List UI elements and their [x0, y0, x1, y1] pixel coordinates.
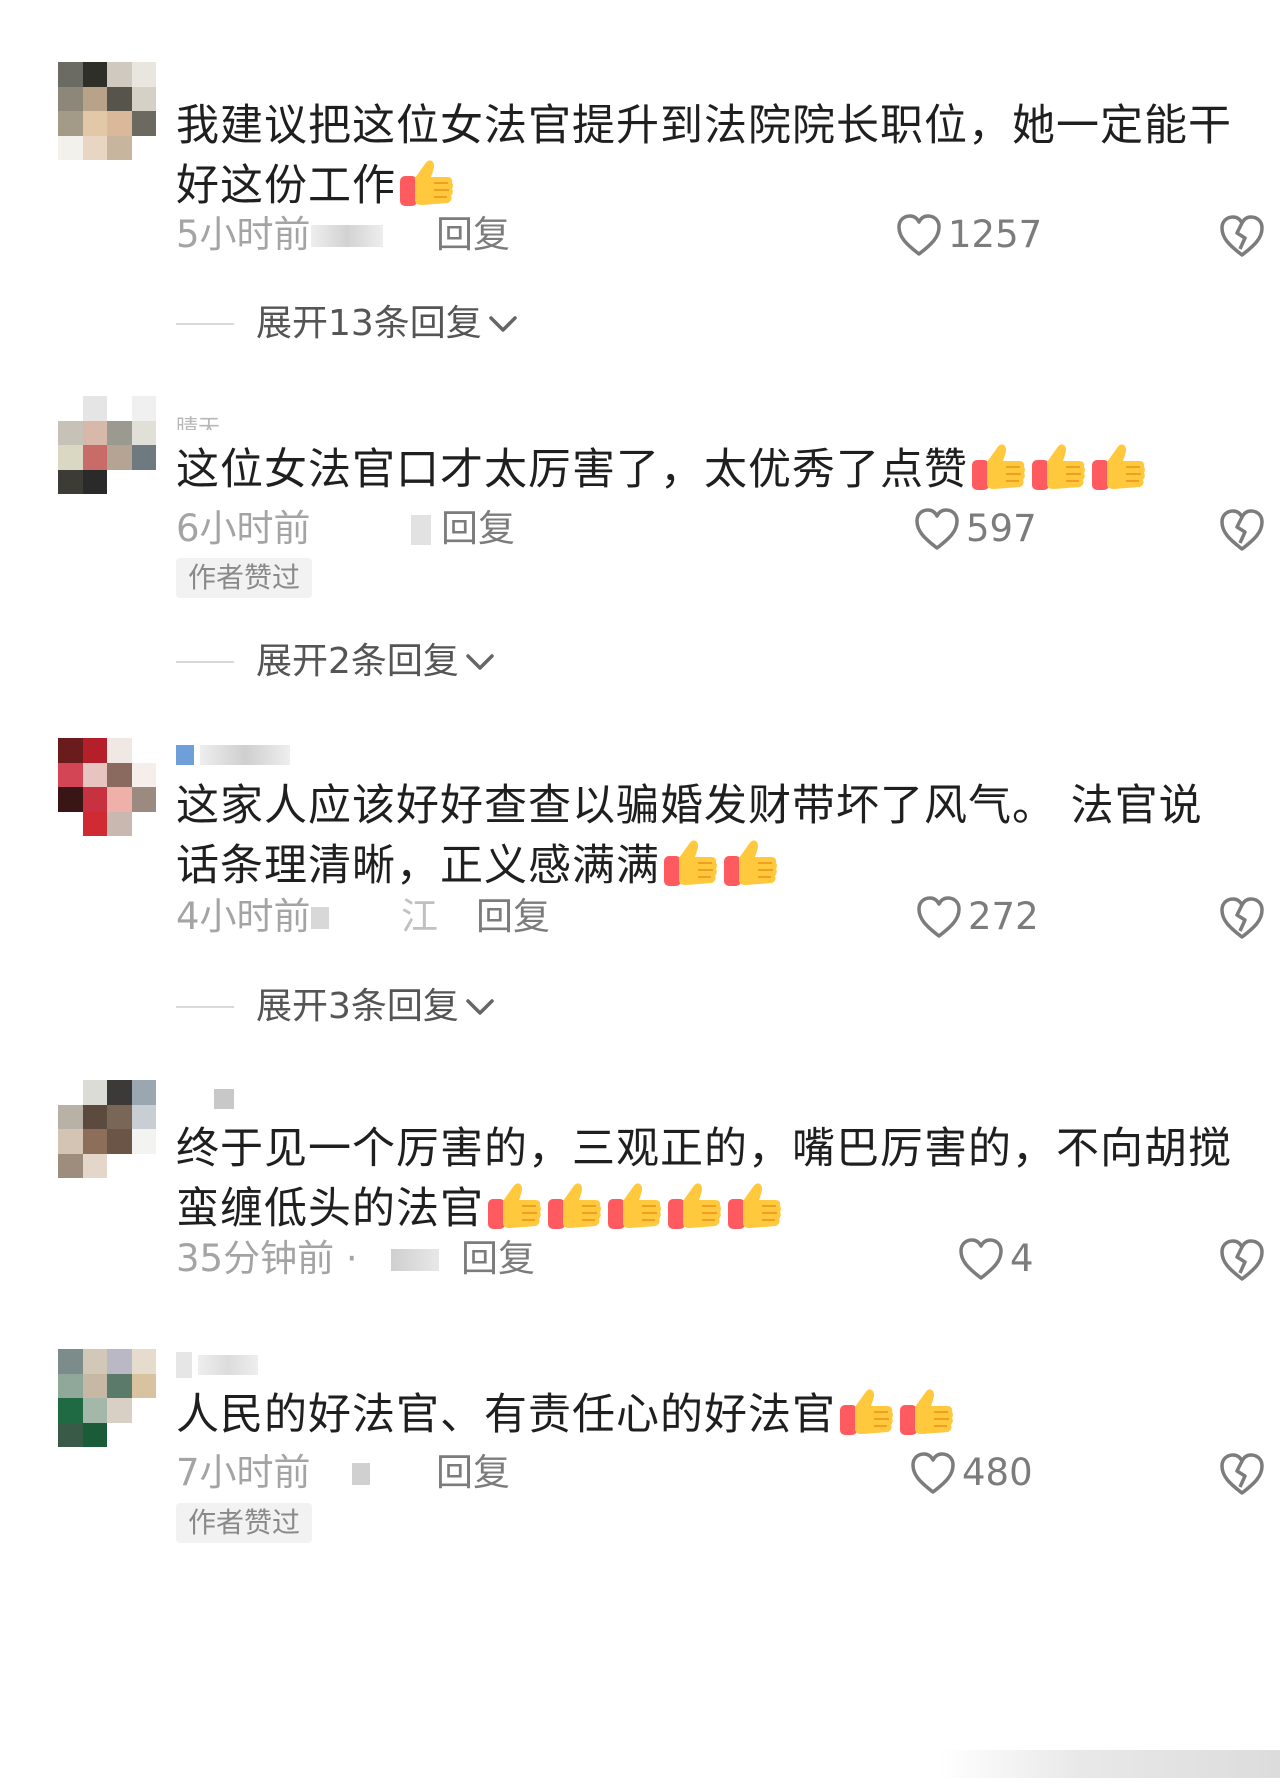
reply-button[interactable]: 回复: [476, 893, 550, 941]
thumbs-up-emoji: [838, 1385, 896, 1439]
like-button[interactable]: 480: [910, 1449, 1033, 1497]
avatar[interactable]: [58, 1080, 156, 1178]
redacted-username: [200, 745, 290, 765]
expand-replies[interactable]: 展开13条回复: [176, 300, 520, 348]
redacted-location: [391, 1249, 439, 1271]
chevron-down-icon: [463, 650, 497, 674]
thumbs-up-emoji: [606, 1179, 664, 1233]
redacted-username: [176, 745, 194, 765]
timestamp: 6小时前: [176, 507, 311, 550]
comment-meta: 5小时前 回复 1257: [176, 211, 1236, 259]
timestamp: 4小时前: [176, 895, 311, 938]
comment-meta: 4小时前 江 回复 272: [176, 893, 1236, 941]
location: 江: [401, 895, 438, 938]
redacted-location: [411, 515, 431, 545]
timestamp: 35分钟前 ·: [176, 1237, 358, 1280]
thumbs-up-emoji: [1030, 440, 1088, 494]
divider: [176, 323, 234, 325]
thumbs-up-emoji: [666, 1179, 724, 1233]
thumbs-up-emoji: [1090, 440, 1148, 494]
like-button[interactable]: 4: [958, 1235, 1034, 1283]
like-count: 480: [962, 1451, 1033, 1494]
like-button[interactable]: 1257: [896, 211, 1042, 259]
thumbs-up-emoji: [662, 836, 720, 890]
comment-meta: 7小时前 回复 480: [176, 1449, 1236, 1497]
like-button[interactable]: 272: [916, 893, 1039, 941]
broken-heart-icon[interactable]: [1218, 507, 1266, 553]
expand-replies[interactable]: 展开3条回复: [176, 983, 497, 1031]
reply-button[interactable]: 回复: [436, 211, 510, 259]
username[interactable]: [176, 1086, 234, 1112]
expand-replies[interactable]: 展开2条回复: [176, 638, 497, 686]
username[interactable]: 晴天: [176, 405, 220, 431]
thumbs-up-emoji: [398, 156, 456, 210]
author-liked-badge: 作者赞过: [176, 1503, 313, 1543]
broken-heart-icon[interactable]: [1218, 1451, 1266, 1497]
chevron-down-icon: [486, 312, 520, 336]
thumbs-up-emoji: [898, 1385, 956, 1439]
redacted-username: [198, 1355, 258, 1375]
avatar[interactable]: [58, 62, 156, 160]
like-count: 1257: [948, 213, 1043, 256]
comment-text: 终于见一个厉害的，三观正的，嘴巴厉害的，不向胡搅蛮缠低头的法官: [176, 1124, 1232, 1234]
like-count: 272: [968, 895, 1039, 938]
expand-replies-label: 展开3条回复: [256, 986, 459, 1027]
redacted-username: [214, 1089, 234, 1109]
thumbs-up-emoji: [970, 440, 1028, 494]
reply-button[interactable]: 回复: [461, 1235, 535, 1283]
avatar[interactable]: [58, 738, 156, 836]
broken-heart-icon[interactable]: [1218, 895, 1266, 941]
divider: [176, 1006, 234, 1008]
redacted-location: [311, 907, 329, 929]
heart-outline-icon: [896, 213, 942, 257]
redacted-location: [352, 1463, 370, 1485]
thumbs-up-emoji: [726, 1179, 784, 1233]
comment-text: 这位女法官口才太厉害了，太优秀了点赞: [176, 440, 1236, 500]
divider: [176, 661, 234, 663]
timestamp: 5小时前: [176, 213, 311, 256]
thumbs-up-emoji: [722, 836, 780, 890]
timestamp: 7小时前: [176, 1451, 311, 1494]
author-liked-badge: 作者赞过: [176, 558, 313, 598]
comment-text: 人民的好法官、有责任心的好法官: [176, 1385, 1236, 1445]
like-count: 4: [1010, 1237, 1034, 1280]
like-count: 597: [966, 507, 1037, 550]
reply-button[interactable]: 回复: [436, 1449, 510, 1497]
redacted-location: [311, 225, 383, 247]
thumbs-up-emoji: [486, 1179, 544, 1233]
chevron-down-icon: [463, 995, 497, 1019]
username[interactable]: [176, 742, 290, 768]
heart-outline-icon: [958, 1237, 1004, 1281]
expand-replies-label: 展开13条回复: [256, 303, 482, 344]
redacted-username: [176, 1352, 192, 1378]
expand-replies-label: 展开2条回复: [256, 641, 459, 682]
watermark-strip: [940, 1750, 1280, 1778]
username[interactable]: [176, 1352, 258, 1378]
avatar[interactable]: [58, 396, 156, 494]
thumbs-up-emoji: [546, 1179, 604, 1233]
heart-outline-icon: [910, 1451, 956, 1495]
comment-meta: 6小时前 回复 597: [176, 505, 1236, 553]
avatar[interactable]: [58, 1349, 156, 1447]
comment-text: 这家人应该好好查查以骗婚发财带坏了风气。 法官说话条理清晰，正义感满满: [176, 781, 1203, 891]
broken-heart-icon[interactable]: [1218, 1237, 1266, 1283]
like-button[interactable]: 597: [914, 505, 1037, 553]
comment-text: 我建议把这位女法官提升到法院院长职位，她一定能干好这份工作: [176, 101, 1232, 211]
username-partial: 晴天: [176, 416, 221, 430]
heart-outline-icon: [916, 895, 962, 939]
heart-outline-icon: [914, 507, 960, 551]
comment-meta: 35分钟前 · 回复 4: [176, 1235, 1236, 1283]
broken-heart-icon[interactable]: [1218, 213, 1266, 259]
reply-button[interactable]: 回复: [441, 505, 515, 553]
